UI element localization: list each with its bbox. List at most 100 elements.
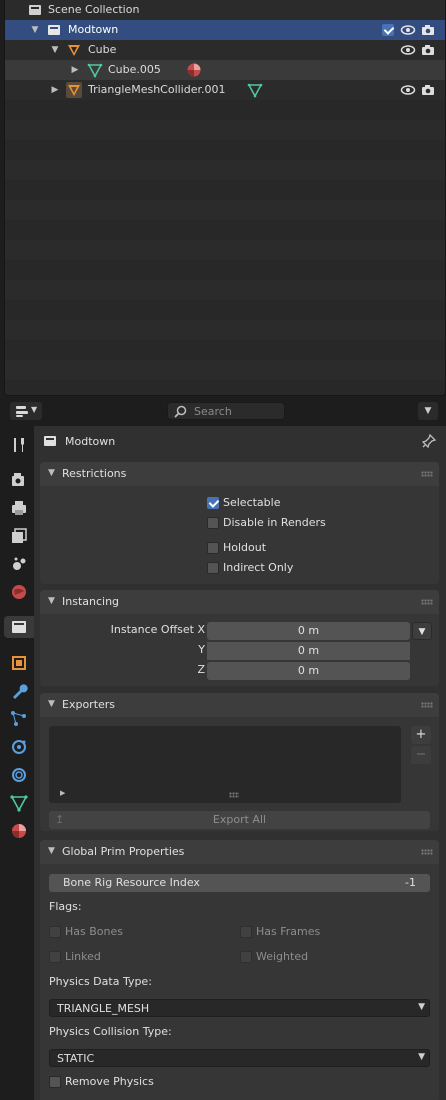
eye-icon[interactable]: [400, 42, 416, 58]
disable-in-renders-checkbox[interactable]: [207, 517, 219, 529]
global-prim-panel-header[interactable]: ▼ Global Prim Properties: [40, 840, 439, 864]
physics-data-type-value: TRIANGLE_MESH: [57, 1002, 150, 1015]
tab-physics[interactable]: [8, 736, 30, 758]
render-icon: [12, 473, 24, 486]
drag-handle[interactable]: [421, 471, 433, 477]
outliner-empty-row: [5, 280, 445, 300]
tab-view-layer[interactable]: [8, 525, 30, 547]
outliner-row-trianglemeshcollider[interactable]: ▶ TriangleMeshCollider.001: [5, 80, 445, 100]
tool-icon: [14, 438, 24, 452]
chevron-down-icon[interactable]: ▼: [49, 44, 61, 56]
editor-type-button[interactable]: ▼: [10, 402, 42, 420]
linked-checkbox[interactable]: [49, 951, 61, 963]
weighted-label: Weighted: [256, 950, 309, 963]
bone-rig-resource-index-field[interactable]: Bone Rig Resource Index -1: [49, 874, 430, 892]
resize-grip-icon[interactable]: [229, 792, 239, 798]
tab-object[interactable]: [8, 652, 30, 674]
pin-icon[interactable]: [422, 434, 436, 448]
outliner-empty-row: [5, 260, 445, 280]
outliner-empty-row: [5, 380, 445, 395]
tab-constraints[interactable]: [8, 764, 30, 786]
restrictions-panel-header[interactable]: ▼ Restrictions: [40, 462, 439, 486]
chevron-right-icon[interactable]: ▶: [69, 64, 81, 76]
tab-collection[interactable]: [4, 616, 34, 638]
eye-icon[interactable]: [400, 22, 416, 38]
mesh-data-icon: [87, 63, 103, 78]
indirect-only-checkbox[interactable]: [207, 562, 219, 574]
camera-icon[interactable]: [420, 82, 436, 98]
physics-data-type-dropdown[interactable]: TRIANGLE_MESH ▼: [49, 999, 430, 1017]
chevron-down-icon: ▼: [31, 405, 38, 414]
exclude-checkbox[interactable]: [382, 24, 394, 36]
collection-icon: [44, 436, 56, 446]
outliner-row-cube-005[interactable]: ▶ Cube.005: [5, 60, 445, 80]
outliner-empty-row: [5, 240, 445, 260]
tab-modifiers[interactable]: [8, 680, 30, 702]
filter-toggle-icon[interactable]: ▶: [60, 789, 65, 797]
context-title: Modtown: [65, 435, 116, 448]
tab-tool[interactable]: [8, 434, 30, 456]
panel-title: Exporters: [62, 698, 116, 711]
instance-offset-z-field[interactable]: 0 m: [207, 662, 410, 680]
instance-offset-y-field[interactable]: 0 m: [207, 642, 410, 660]
global-prim-panel: ▼ Global Prim Properties Bone Rig Resour…: [40, 840, 439, 1100]
has-frames-checkbox[interactable]: [240, 926, 252, 938]
drag-handle[interactable]: [421, 849, 433, 855]
camera-icon[interactable]: [420, 42, 436, 58]
eye-icon[interactable]: [400, 82, 416, 98]
weighted-checkbox[interactable]: [240, 951, 252, 963]
outliner-row-cube[interactable]: ▼ Cube: [5, 40, 445, 60]
chevron-down-icon: ▼: [418, 627, 426, 637]
properties-tabs: [4, 426, 34, 1100]
material-icon: [187, 63, 201, 77]
outliner-empty-row: [5, 160, 445, 180]
instancing-panel-header[interactable]: ▼ Instancing: [40, 590, 439, 614]
selectable-checkbox[interactable]: [207, 497, 219, 509]
has-bones-checkbox[interactable]: [49, 926, 61, 938]
chevron-down-icon: ▼: [48, 699, 55, 709]
remove-exporter-button[interactable]: −: [411, 746, 431, 764]
search-placeholder: Search: [194, 405, 232, 418]
search-field[interactable]: Search: [167, 402, 285, 420]
outliner-row-modtown[interactable]: ▼ Modtown: [5, 20, 445, 40]
outliner-label: Cube.005: [108, 63, 161, 76]
tab-material[interactable]: [8, 820, 30, 842]
remove-physics-checkbox[interactable]: [49, 1076, 61, 1088]
chevron-down-icon[interactable]: ▼: [29, 24, 41, 36]
tab-render[interactable]: [8, 469, 30, 491]
linked-label: Linked: [65, 950, 101, 963]
mesh-data-icon: [247, 83, 263, 98]
options-dropdown[interactable]: ▼: [418, 402, 438, 420]
chevron-right-icon[interactable]: ▶: [49, 84, 61, 96]
outliner-empty-row: [5, 320, 445, 340]
indirect-only-label: Indirect Only: [223, 561, 294, 574]
tab-data[interactable]: [8, 792, 30, 814]
properties-content: Modtown ▼ Restrictions Selectable Disabl…: [34, 426, 446, 1100]
exporters-panel-header[interactable]: ▼ Exporters: [40, 693, 439, 717]
tab-world[interactable]: [8, 581, 30, 603]
properties-editor: ▼ Search ▼ Modtown ▼ Restrictions Select…: [0, 398, 446, 1100]
physics-collision-type-dropdown[interactable]: STATIC ▼: [49, 1049, 430, 1067]
tab-particles[interactable]: [8, 708, 30, 730]
wrench-icon: [13, 684, 28, 699]
instance-offset-x-field[interactable]: 0 m: [207, 622, 410, 640]
holdout-checkbox[interactable]: [207, 542, 219, 554]
drag-handle[interactable]: [421, 599, 433, 605]
tab-scene[interactable]: [8, 553, 30, 575]
offset-menu-button[interactable]: ▼: [412, 622, 432, 640]
export-all-button[interactable]: ↥ Export All: [49, 811, 430, 829]
tab-output[interactable]: [8, 497, 30, 519]
instancing-body: Instance Offset X Y Z 0 m 0 m 0 m ▼: [40, 614, 439, 686]
add-exporter-button[interactable]: +: [411, 726, 431, 744]
chevron-down-icon: ▼: [424, 406, 432, 416]
remove-physics-label: Remove Physics: [65, 1075, 154, 1088]
outliner-label: TriangleMeshCollider.001: [88, 83, 226, 96]
outliner-label: Modtown: [68, 23, 119, 36]
outliner-row-scene-collection[interactable]: Scene Collection: [5, 0, 445, 20]
drag-handle[interactable]: [421, 702, 433, 708]
outliner: Scene Collection ▼ Modtown ▼ Cube ▶ Cube…: [4, 0, 446, 396]
world-icon: [12, 585, 26, 599]
camera-icon[interactable]: [420, 22, 436, 38]
exporters-list[interactable]: ▶: [49, 726, 401, 803]
outliner-empty-row: [5, 200, 445, 220]
